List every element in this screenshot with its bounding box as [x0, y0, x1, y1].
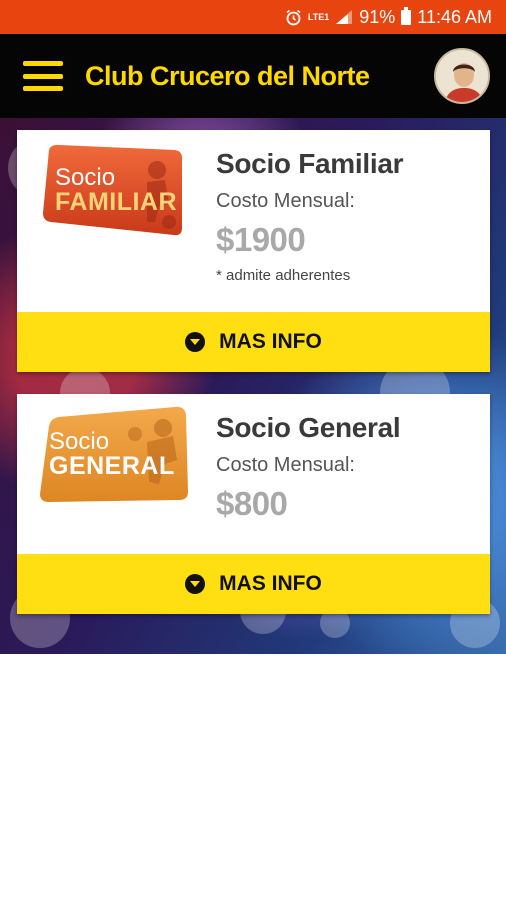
mas-info-button[interactable]: MAS INFO — [17, 312, 490, 372]
chevron-down-circle-icon — [185, 574, 206, 594]
plan-info: Socio Familiar Costo Mensual: $1900 * ad… — [216, 148, 404, 284]
plan-price: $1900 — [216, 221, 306, 258]
lte-label: LTE — [307, 11, 325, 22]
socio-familiar-badge: Socio FAMILIAR — [39, 142, 185, 238]
plan-price: $800 — [216, 485, 288, 522]
plan-info: Socio General Costo Mensual: $800 — [216, 412, 401, 523]
badge-label-type: FAMILIAR — [55, 187, 178, 216]
badge-label-type: GENERAL — [49, 451, 175, 480]
socio-general-badge: Socio GENERAL — [35, 404, 191, 504]
status-bar: LTE 1 91% 11:46 AM — [0, 0, 506, 34]
battery-icon — [401, 6, 412, 25]
plan-title: Socio Familiar — [216, 148, 404, 179]
plan-card-general: Socio GENERAL Socio General Costo Mensua… — [17, 394, 490, 614]
battery-percent: 91% — [359, 6, 396, 27]
mas-info-label: MAS INFO — [219, 330, 322, 353]
badge-label-socio: Socio — [55, 163, 116, 191]
hamburger-menu-icon[interactable] — [23, 61, 63, 91]
mas-info-button[interactable]: MAS INFO — [17, 554, 490, 614]
signal-icon — [335, 9, 353, 25]
mas-info-label: MAS INFO — [219, 572, 322, 595]
plan-card-familiar: Socio FAMILIAR Socio Familiar Costo Mens… — [17, 130, 490, 372]
chevron-down-circle-icon — [185, 332, 206, 352]
cost-label: Costo Mensual: — [216, 190, 355, 212]
app-title: Club Crucero del Norte — [85, 60, 370, 91]
badge-label-socio: Socio — [49, 427, 110, 455]
user-avatar[interactable] — [434, 48, 490, 104]
plan-note: * admite adherentes — [216, 267, 351, 284]
cost-label: Costo Mensual: — [216, 454, 355, 476]
lte-icon: LTE 1 — [307, 11, 330, 22]
plan-title: Socio General — [216, 412, 401, 443]
status-time: 11:46 AM — [417, 6, 492, 27]
app-bar: Club Crucero del Norte — [0, 34, 506, 118]
lte-sub-label: 1 — [324, 11, 330, 22]
alarm-icon — [285, 9, 302, 26]
